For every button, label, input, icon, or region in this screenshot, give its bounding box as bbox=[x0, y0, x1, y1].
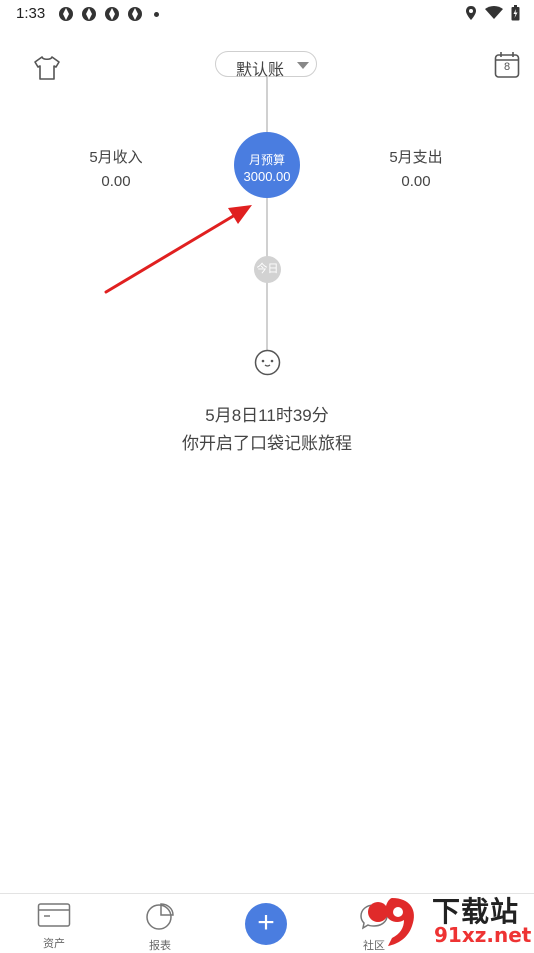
monthly-income: 5月收入 0.00 bbox=[66, 146, 166, 190]
nav-label-reports: 报表 bbox=[149, 940, 171, 952]
journey-start-date: 5月8日11时39分 bbox=[205, 406, 329, 425]
aperture-icon bbox=[59, 7, 73, 21]
notification-icons bbox=[58, 6, 159, 22]
site-watermark: 下载站 91xz.net bbox=[362, 890, 534, 950]
wallet-card-icon bbox=[37, 903, 71, 927]
more-notifications-dot bbox=[154, 11, 159, 17]
account-selector[interactable]: 默认账 bbox=[215, 51, 317, 79]
annotation-arrow-icon bbox=[104, 205, 252, 294]
expense-label: 5月支出 bbox=[389, 149, 443, 166]
monthly-expense: 5月支出 0.00 bbox=[366, 146, 466, 190]
aperture-icon bbox=[105, 7, 119, 21]
income-label: 5月收入 bbox=[89, 149, 143, 166]
battery-icon bbox=[511, 5, 520, 21]
location-icon bbox=[466, 6, 476, 20]
expense-value: 0.00 bbox=[401, 173, 431, 190]
calendar-button[interactable]: 8 bbox=[494, 51, 520, 79]
budget-value: 3000.00 bbox=[243, 169, 291, 184]
chevron-down-icon bbox=[297, 62, 309, 69]
monthly-budget-button[interactable]: 月预算 3000.00 bbox=[234, 132, 300, 198]
aperture-icon bbox=[82, 7, 96, 21]
budget-label: 月预算 bbox=[248, 153, 285, 167]
smile-face-icon bbox=[254, 349, 281, 376]
account-name: 默认账 bbox=[236, 62, 285, 79]
income-value: 0.00 bbox=[101, 173, 131, 190]
add-record-button[interactable]: + bbox=[245, 903, 287, 945]
theme-shirt-icon[interactable] bbox=[32, 54, 62, 82]
status-bar: 1:33 bbox=[0, 0, 534, 28]
nav-item-reports[interactable]: 报表 bbox=[130, 902, 190, 953]
timeline-line bbox=[266, 77, 268, 352]
watermark-text-bottom: 91xz.net bbox=[434, 923, 532, 947]
status-time: 1:33 bbox=[16, 5, 46, 22]
pie-chart-icon bbox=[146, 903, 174, 930]
nav-label-assets: 资产 bbox=[43, 938, 65, 950]
calendar-day: 8 bbox=[503, 61, 511, 73]
aperture-icon bbox=[128, 7, 142, 21]
watermark-logo-icon bbox=[368, 898, 414, 946]
journey-start-message: 你开启了口袋记账旅程 bbox=[182, 434, 352, 453]
wifi-icon bbox=[485, 6, 503, 19]
journey-start: 5月8日11时39分 你开启了口袋记账旅程 bbox=[0, 402, 534, 458]
system-icons bbox=[465, 5, 520, 21]
nav-item-assets[interactable]: 资产 bbox=[24, 902, 84, 951]
